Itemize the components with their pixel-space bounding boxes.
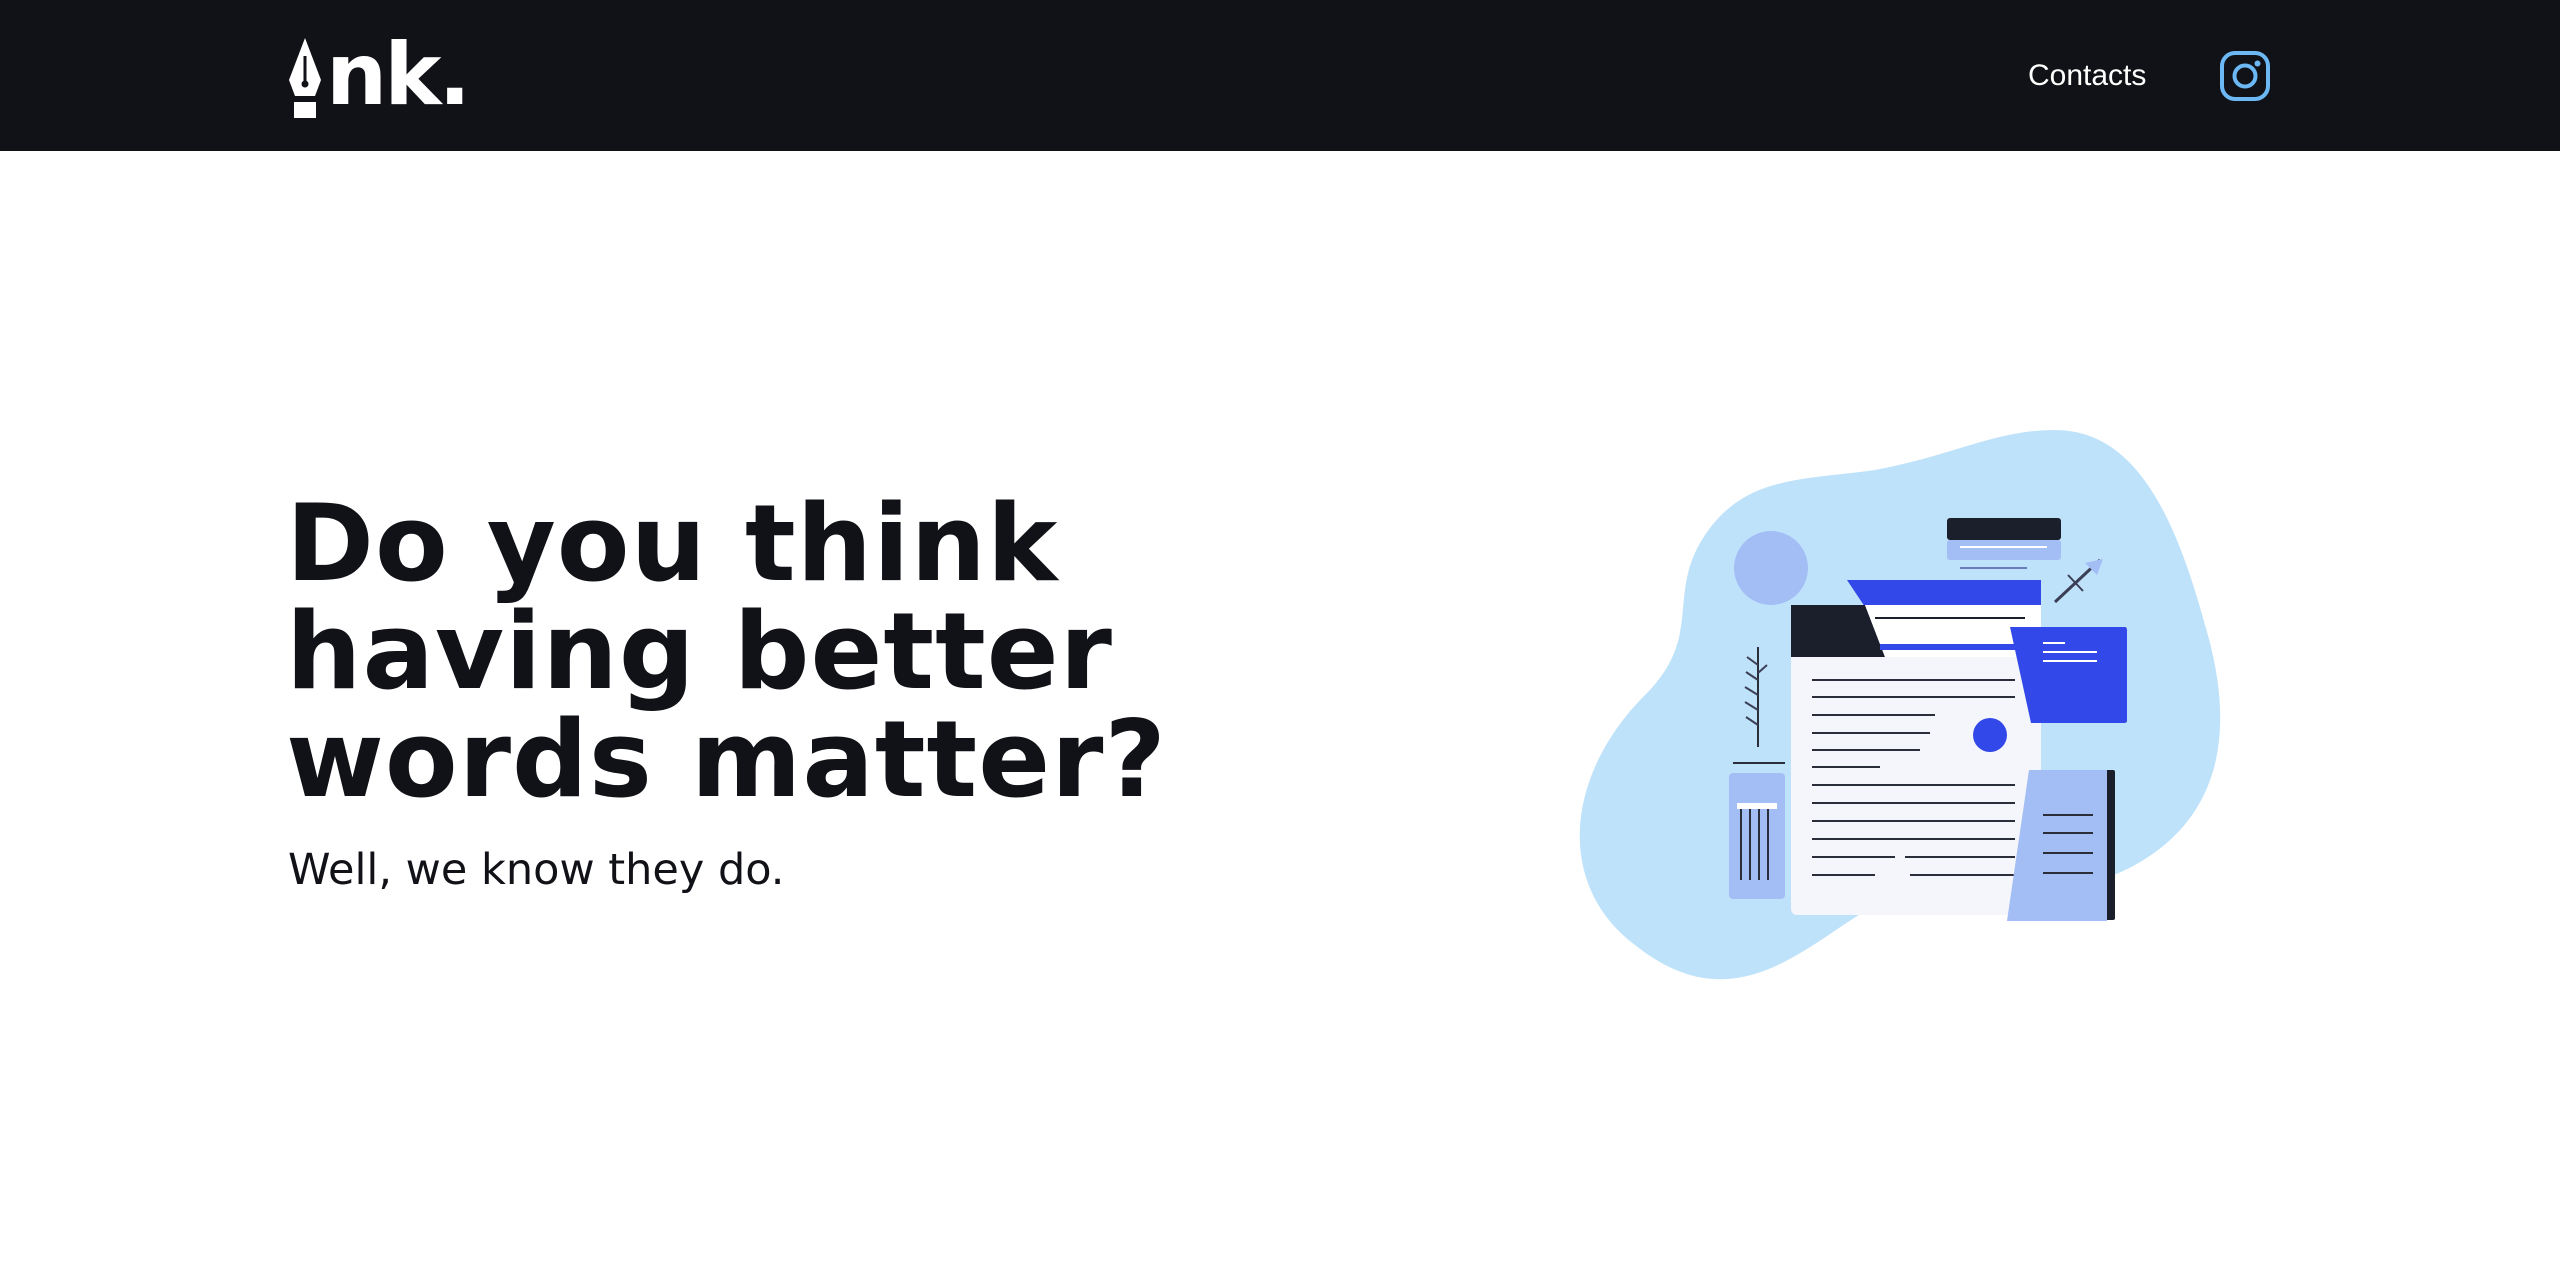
- instagram-icon: [2220, 51, 2270, 101]
- hero-subheadline: Well, we know they do.: [288, 845, 785, 895]
- top-navigation-bar: nk. Contacts: [0, 0, 2560, 151]
- headline-line-2: having better: [286, 590, 1113, 713]
- instagram-link[interactable]: [2219, 50, 2271, 102]
- fountain-pen-nib-icon: [289, 38, 321, 118]
- document-illustration: [1579, 430, 2221, 980]
- brand-logo[interactable]: nk.: [286, 30, 476, 120]
- headline-line-3: words matter?: [286, 698, 1167, 821]
- hero-headline: Do you think having better words matter?: [286, 490, 1186, 814]
- headline-line-1: Do you think: [286, 482, 1059, 605]
- decor-circle: [1734, 531, 1808, 605]
- logo-text: nk.: [326, 25, 471, 125]
- nav-link-contacts[interactable]: Contacts: [2028, 52, 2146, 100]
